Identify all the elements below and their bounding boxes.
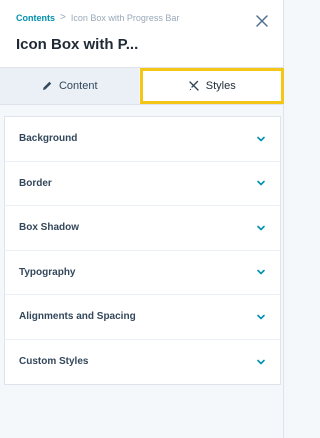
section-label: Background [19, 133, 78, 145]
section-label: Typography [19, 266, 76, 278]
chevron-down-icon [257, 225, 265, 231]
section-label: Custom Styles [19, 356, 89, 368]
section-background[interactable]: Background [5, 117, 280, 162]
chevron-down-icon [257, 269, 265, 275]
close-icon[interactable] [255, 14, 269, 28]
section-label: Box Shadow [19, 222, 80, 234]
panel-header: Contents > Icon Box with Progress Bar Ic… [0, 0, 283, 67]
section-typography[interactable]: Typography [5, 251, 280, 295]
breadcrumb-contents-link[interactable]: Contents [16, 13, 55, 23]
chevron-down-icon [257, 136, 265, 142]
tab-styles[interactable]: Styles [139, 68, 284, 104]
section-label: Alignments and Spacing [19, 311, 136, 323]
style-panel: Contents > Icon Box with Progress Bar Ic… [0, 0, 284, 438]
breadcrumb-separator: > [60, 12, 66, 23]
breadcrumb-current: Icon Box with Progress Bar [70, 13, 180, 23]
tab-content[interactable]: Content [0, 68, 139, 104]
chevron-down-icon [257, 180, 265, 186]
tab-styles-label: Styles [205, 79, 236, 92]
chevron-down-icon [257, 359, 265, 365]
chevron-down-icon [257, 314, 265, 320]
breadcrumb: Contents > Icon Box with Progress Bar [16, 12, 180, 24]
section-box-shadow[interactable]: Box Shadow [5, 206, 280, 251]
tab-bar: Content Styles [0, 67, 284, 105]
pencil-icon [42, 81, 52, 90]
section-custom-styles[interactable]: Custom Styles [5, 340, 280, 385]
section-alignments-and-spacing[interactable]: Alignments and Spacing [5, 295, 280, 340]
page-title: Icon Box with P... [16, 36, 139, 53]
styles-icon [189, 80, 199, 91]
style-sections: Background Border Box Shadow Typography … [4, 116, 281, 385]
tab-content-label: Content [58, 79, 98, 92]
section-border[interactable]: Border [5, 162, 280, 206]
section-label: Border [19, 177, 52, 189]
